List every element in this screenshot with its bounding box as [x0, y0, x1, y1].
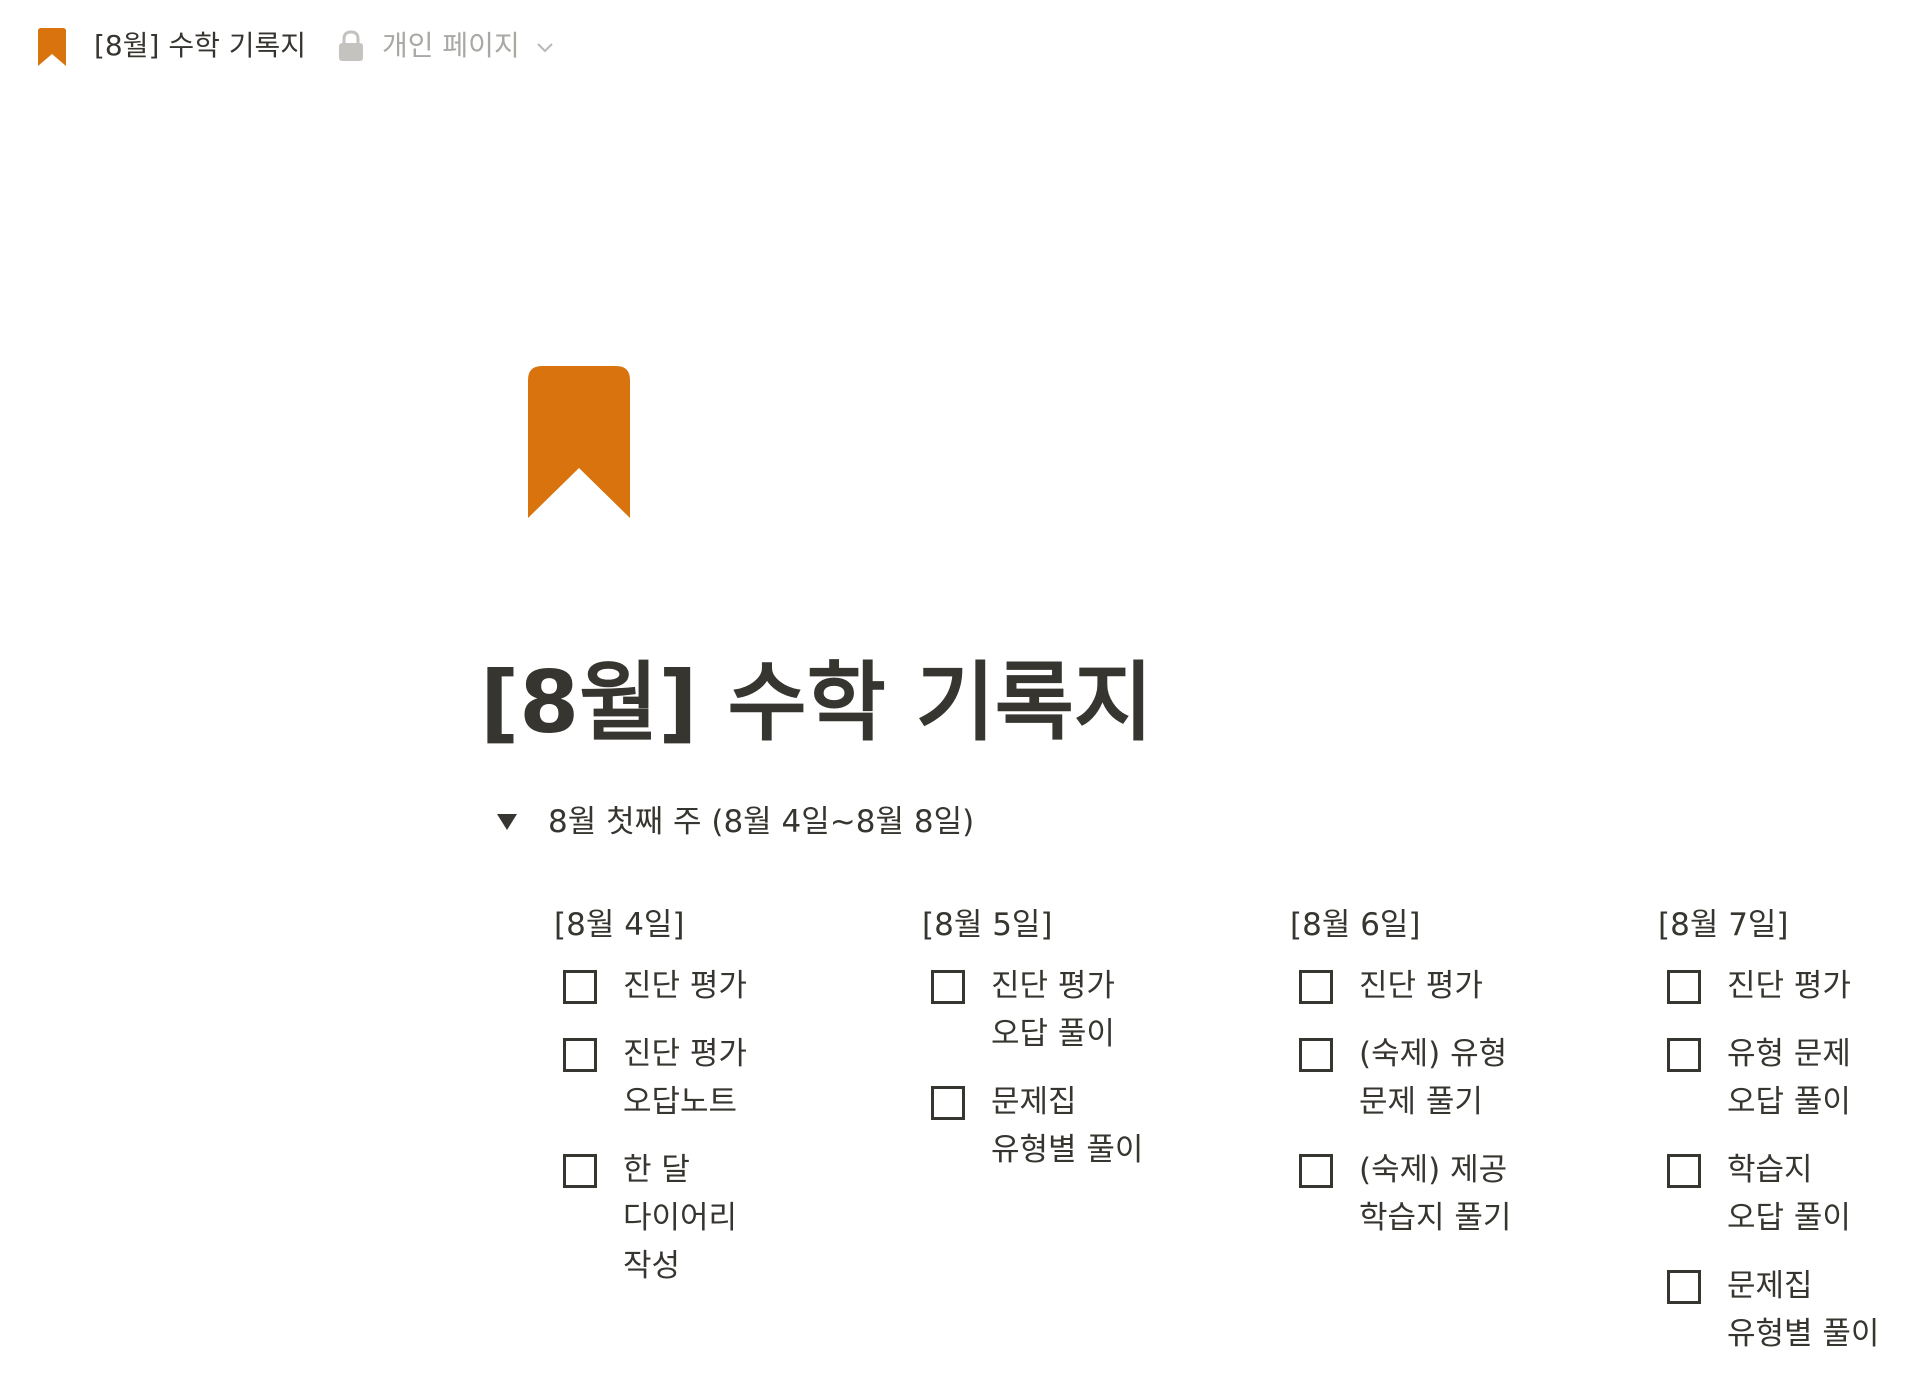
todo-text[interactable]: 진단 평가: [1727, 962, 1910, 1010]
todo-checkbox[interactable]: [1299, 970, 1333, 1004]
day-heading: [8월 5일]: [922, 907, 1053, 943]
todo-item: 진단 평가: [554, 962, 854, 1010]
day-heading: [8월 6일]: [1290, 907, 1421, 943]
day-column: [8월 5일] 진단 평가 오답 풀이 문제집 유형별 풀이: [922, 902, 1222, 1194]
todo-text[interactable]: 학습지 오답 풀이: [1727, 1146, 1877, 1242]
todo-text[interactable]: 진단 평가: [1359, 962, 1549, 1010]
todo-checkbox[interactable]: [1299, 1154, 1333, 1188]
todo-item: (숙제) 제공 학습지 풀기: [1290, 1146, 1590, 1242]
toggle-label: 8월 첫째 주 (8월 4일~8월 8일): [548, 804, 975, 840]
todo-item: 유형 문제 오답 풀이: [1658, 1030, 1910, 1126]
day-heading: [8월 4일]: [554, 907, 685, 943]
page-bookmark-icon[interactable]: [528, 366, 630, 518]
todo-checkbox[interactable]: [1667, 1270, 1701, 1304]
todo-item: 한 달 다이어리 작성: [554, 1146, 854, 1290]
todo-text[interactable]: 진단 평가: [623, 962, 813, 1010]
chevron-down-icon[interactable]: [534, 36, 556, 58]
toggle-triangle-icon[interactable]: [494, 809, 520, 835]
breadcrumb-page-title[interactable]: [8월] 수학 기록지: [94, 26, 306, 66]
todo-checkbox[interactable]: [563, 1154, 597, 1188]
todo-checkbox[interactable]: [1667, 970, 1701, 1004]
day-column: [8월 6일] 진단 평가 (숙제) 유형 문제 풀기 (숙제) 제공 학습지 …: [1290, 902, 1590, 1262]
todo-text[interactable]: (숙제) 제공 학습지 풀기: [1359, 1146, 1529, 1242]
todo-item: 진단 평가: [1658, 962, 1910, 1010]
todo-text[interactable]: 진단 평가 오답노트: [623, 1030, 753, 1126]
day-column: [8월 7일] 진단 평가 유형 문제 오답 풀이 학습지 오답 풀이 문제집 …: [1658, 902, 1910, 1378]
todo-text[interactable]: 진단 평가 오답 풀이: [991, 962, 1131, 1058]
todo-item: 학습지 오답 풀이: [1658, 1146, 1910, 1242]
todo-text[interactable]: 한 달 다이어리 작성: [623, 1146, 753, 1290]
todo-item: 진단 평가 오답 풀이: [922, 962, 1222, 1058]
todo-checkbox[interactable]: [1667, 1038, 1701, 1072]
todo-text[interactable]: 문제집 유형별 풀이: [991, 1078, 1161, 1174]
todo-item: 진단 평가: [1290, 962, 1590, 1010]
week-toggle[interactable]: 8월 첫째 주 (8월 4일~8월 8일): [494, 800, 974, 844]
day-heading: [8월 7일]: [1658, 907, 1789, 943]
todo-item: 진단 평가 오답노트: [554, 1030, 854, 1126]
todo-text[interactable]: (숙제) 유형 문제 풀기: [1359, 1030, 1529, 1126]
todo-item: 문제집 유형별 풀이: [922, 1078, 1222, 1174]
privacy-label[interactable]: 개인 페이지: [382, 26, 520, 66]
bookmark-icon[interactable]: [38, 28, 66, 66]
todo-item: (숙제) 유형 문제 풀기: [1290, 1030, 1590, 1126]
lock-icon: [339, 30, 363, 61]
page-title[interactable]: [8월] 수학 기록지: [480, 648, 1153, 758]
todo-checkbox[interactable]: [931, 970, 965, 1004]
todo-text[interactable]: 유형 문제 오답 풀이: [1727, 1030, 1877, 1126]
todo-item: 문제집 유형별 풀이: [1658, 1262, 1910, 1358]
todo-checkbox[interactable]: [931, 1086, 965, 1120]
todo-checkbox[interactable]: [563, 1038, 597, 1072]
top-bar: [8월] 수학 기록지 개인 페이지: [0, 0, 1910, 90]
todo-checkbox[interactable]: [563, 970, 597, 1004]
todo-text[interactable]: 문제집 유형별 풀이: [1727, 1262, 1897, 1358]
day-column: [8월 4일] 진단 평가 진단 평가 오답노트 한 달 다이어리 작성: [554, 902, 854, 1310]
todo-checkbox[interactable]: [1299, 1038, 1333, 1072]
todo-checkbox[interactable]: [1667, 1154, 1701, 1188]
